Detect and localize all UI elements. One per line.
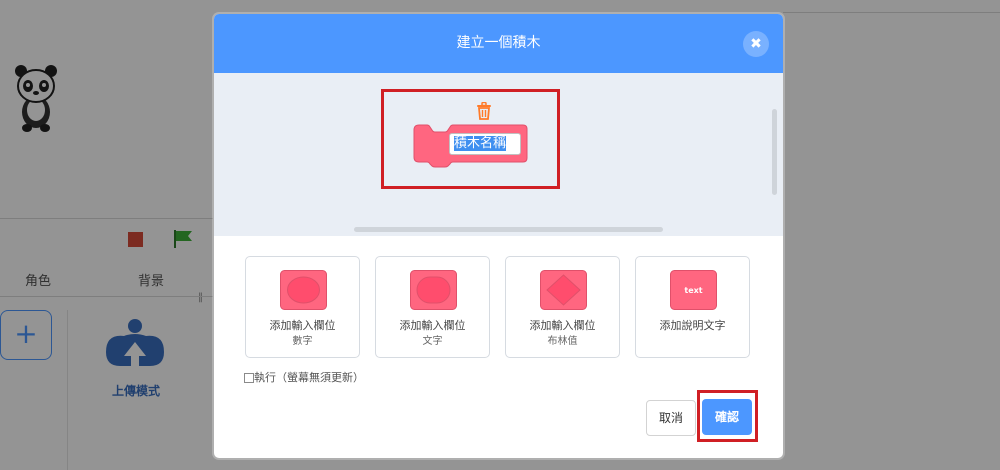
- label-text-icon: text: [670, 270, 717, 310]
- text-input-icon: [410, 270, 457, 310]
- block-name-text: 積木名稱: [454, 136, 507, 151]
- option-sublabel: 布林值: [547, 336, 578, 347]
- number-input-icon: [280, 270, 327, 310]
- dialog-title: 建立一個積木: [456, 35, 541, 51]
- label-text-icon-text: text: [684, 286, 702, 295]
- run-without-refresh-label: 執行（螢幕無須更新）: [254, 371, 364, 384]
- trash-icon[interactable]: [476, 102, 492, 120]
- close-icon: ✖: [750, 36, 762, 52]
- dialog-header: 建立一個積木 ✖: [214, 14, 783, 73]
- cancel-button[interactable]: 取消: [646, 400, 696, 436]
- add-text-input-option[interactable]: 添加輸入欄位 文字: [375, 256, 490, 358]
- option-sublabel: 文字: [422, 336, 443, 347]
- ok-button[interactable]: 確認: [702, 399, 752, 435]
- option-label: 添加說明文字: [659, 319, 726, 332]
- add-number-input-option[interactable]: 添加輸入欄位 數字: [245, 256, 360, 358]
- add-label-text-option[interactable]: text 添加說明文字: [635, 256, 750, 358]
- run-without-refresh-checkbox[interactable]: [244, 373, 254, 383]
- option-label: 添加輸入欄位: [399, 319, 466, 332]
- block-name-input[interactable]: 積木名稱: [449, 133, 521, 155]
- vertical-scrollbar[interactable]: [772, 109, 777, 195]
- block-preview-area: 積木名稱: [214, 73, 783, 236]
- make-block-dialog: 建立一個積木 ✖ 積木名稱 添加輸入欄位 數字 添加輸入欄位 文字 添加輸入欄位…: [214, 14, 783, 458]
- option-label: 添加輸入欄位: [269, 319, 336, 332]
- horizontal-scrollbar[interactable]: [354, 227, 663, 232]
- add-boolean-input-option[interactable]: 添加輸入欄位 布林值: [505, 256, 620, 358]
- option-sublabel: 數字: [292, 336, 313, 347]
- boolean-input-icon: [540, 270, 587, 310]
- option-label: 添加輸入欄位: [529, 319, 596, 332]
- close-button[interactable]: ✖: [743, 31, 769, 57]
